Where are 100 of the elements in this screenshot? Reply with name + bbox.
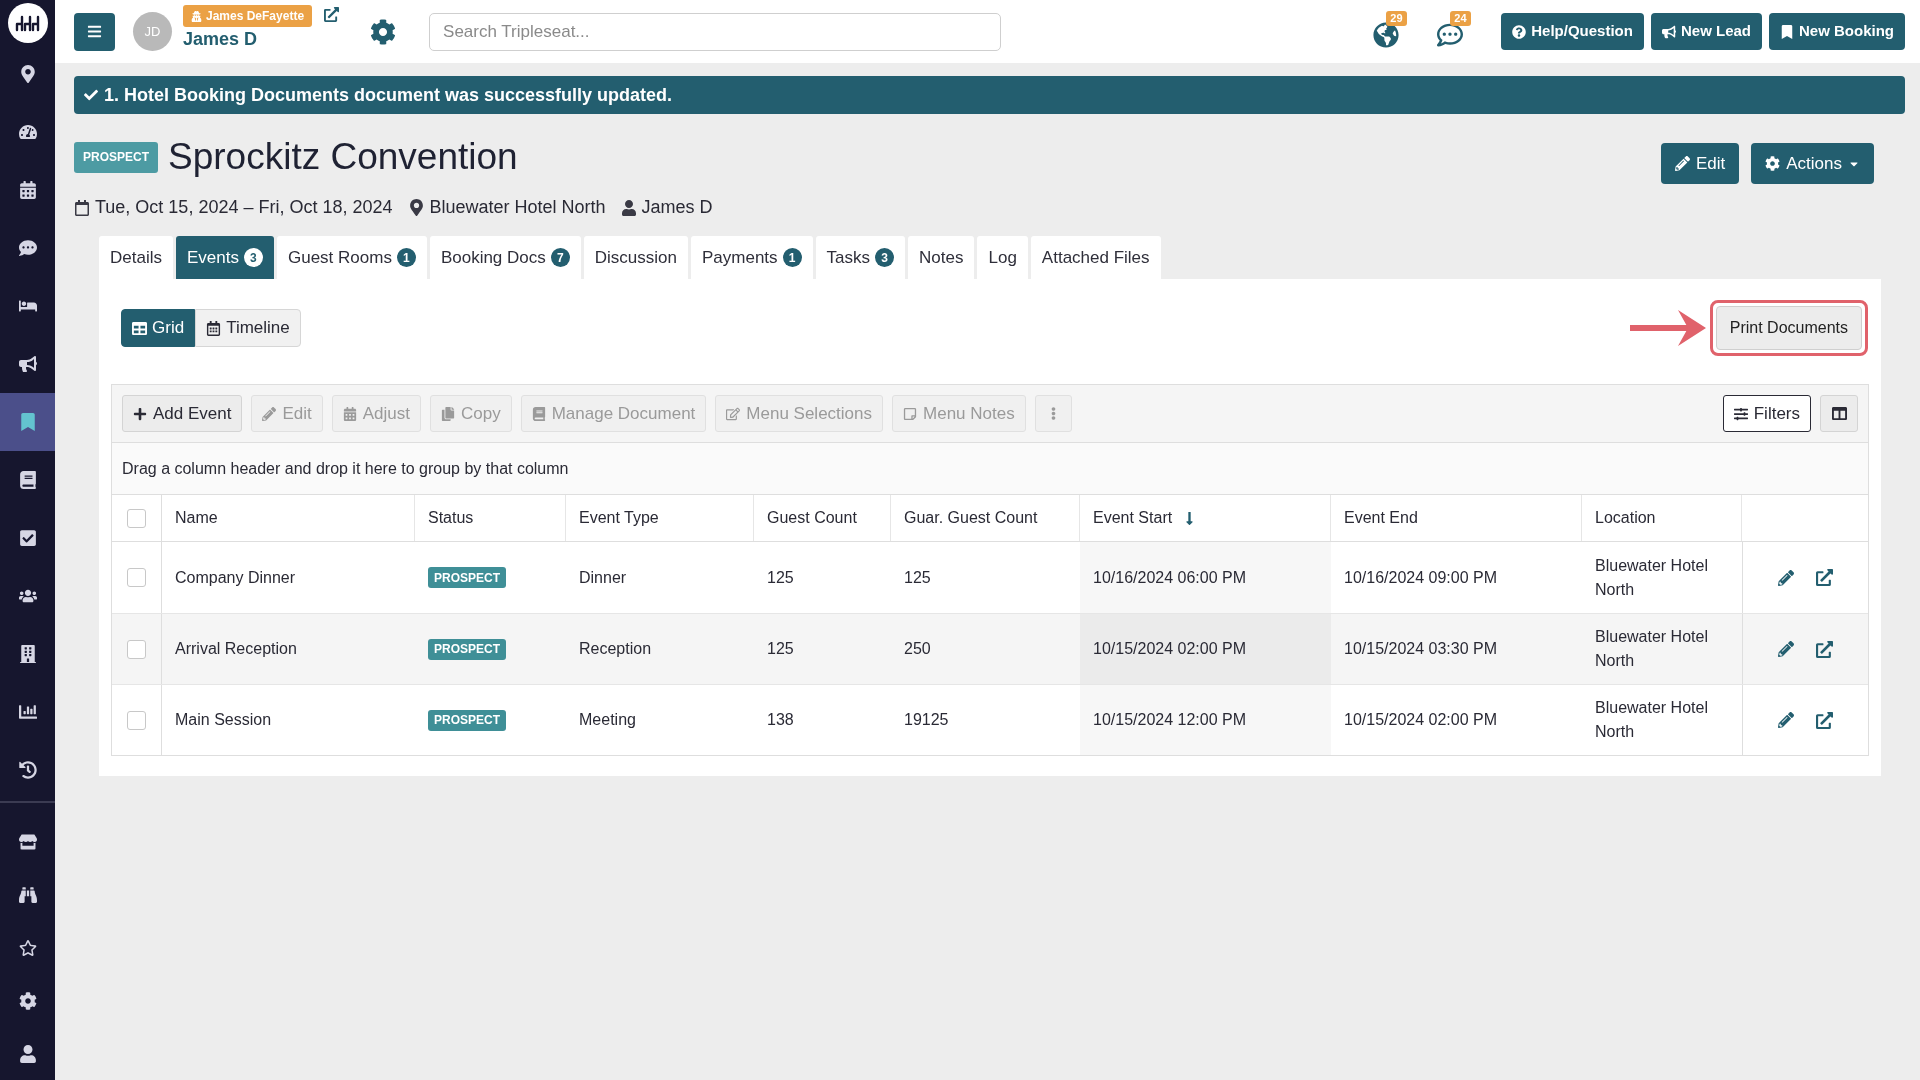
tab[interactable]: Payments 1 <box>691 236 813 279</box>
owner-name: James D <box>641 196 713 219</box>
tab[interactable]: Details <box>99 236 173 279</box>
column-header[interactable]: Event End <box>1331 495 1582 541</box>
view-toggle-button[interactable]: Timeline <box>195 309 301 347</box>
table-cell-text: Bluewater Hotel North <box>1594 698 1709 742</box>
table-cell: 10/15/2024 12:00 PM <box>1080 685 1331 755</box>
building-icon <box>18 645 37 663</box>
row-checkbox[interactable] <box>127 568 146 587</box>
help-icon <box>1512 24 1527 39</box>
table-cell: 10/16/2024 06:00 PM <box>1080 542 1331 613</box>
header-action-button[interactable]: Help/Question <box>1501 13 1644 50</box>
columns-button[interactable] <box>1820 395 1858 432</box>
calendar-icon <box>18 181 37 199</box>
tab[interactable]: Guest Rooms 1 <box>276 236 427 279</box>
column-header[interactable]: Location <box>1582 495 1742 541</box>
table-cell-text: Reception <box>578 639 653 659</box>
copy-icon <box>441 406 455 421</box>
logo-icon[interactable] <box>7 2 48 43</box>
book-icon <box>531 406 546 421</box>
menu-icon <box>87 24 102 39</box>
settings-icon[interactable] <box>370 18 397 45</box>
store-icon <box>18 832 37 851</box>
sliders-icon <box>1733 406 1748 421</box>
table-cell-text: Main Session <box>174 710 273 730</box>
tab-count: 3 <box>875 248 895 267</box>
header-button[interactable]: Actions <box>1751 143 1874 184</box>
chat-icon[interactable] <box>1437 21 1464 48</box>
chat-icon <box>18 239 37 257</box>
tab[interactable]: Booking Docs 7 <box>429 236 581 279</box>
megaphone-icon <box>1661 24 1676 39</box>
external-link-icon[interactable] <box>1816 640 1833 658</box>
table-cell-text: Company Dinner <box>174 567 297 588</box>
pencil-icon[interactable] <box>1778 641 1794 657</box>
map-pin-icon <box>18 65 37 83</box>
pencil-icon[interactable] <box>1778 569 1794 586</box>
tab[interactable]: Tasks 3 <box>815 236 906 279</box>
filters-button[interactable]: Filters <box>1722 395 1811 432</box>
event-title: Sprockitz Convention <box>168 137 518 177</box>
people-icon <box>18 587 37 605</box>
plus-icon <box>133 406 147 421</box>
header-action-button[interactable]: New Booking <box>1769 13 1905 50</box>
tab[interactable]: Discussion <box>583 236 688 279</box>
grid-icon <box>132 320 147 336</box>
view-toggle-button[interactable]: Grid <box>121 309 196 347</box>
pencil-icon[interactable] <box>1778 712 1794 728</box>
group-hint: Drag a column header and drop it here to group by that column <box>122 458 569 479</box>
column-header[interactable]: Guest Count <box>754 495 891 541</box>
row-checkbox[interactable] <box>127 710 146 730</box>
table-cell-text: 125 <box>903 567 932 588</box>
tab-count: 3 <box>243 248 263 267</box>
tab[interactable]: Log <box>977 236 1028 279</box>
tab[interactable]: Events 3 <box>175 236 274 279</box>
menu-button[interactable] <box>74 12 115 51</box>
column-header[interactable]: Event Start <box>1080 495 1331 541</box>
status-label: PROSPECT <box>428 638 506 660</box>
globe-icon[interactable] <box>1373 21 1400 48</box>
pencil-icon <box>262 406 277 421</box>
gauge-icon <box>18 123 37 141</box>
alert-message: 1. Hotel Booking Documents document was successfully updated. <box>104 83 673 107</box>
table-cell-text: 138 <box>766 710 795 730</box>
external-link-icon[interactable] <box>1816 711 1833 729</box>
star-icon <box>18 938 37 957</box>
venue-name: Bluewater Hotel North <box>429 196 606 219</box>
header-action-button[interactable]: New Lead <box>1650 13 1762 50</box>
pencil-icon <box>1674 156 1690 171</box>
search-field[interactable]: Search Tripleseat... <box>429 12 1002 51</box>
table-cell-text: 10/15/2024 02:00 PM <box>1343 710 1498 730</box>
header-button[interactable]: Edit <box>1660 143 1740 184</box>
print-documents-button[interactable]: Print Documents <box>1715 306 1862 350</box>
tab[interactable]: Attached Files <box>1030 236 1161 279</box>
checkbox-icon <box>18 529 37 547</box>
impersonated-user-name: James DeFayette <box>206 8 305 25</box>
table-cell-text: 10/16/2024 09:00 PM <box>1343 567 1498 588</box>
tab-count: 1 <box>782 248 802 267</box>
table-cell: 10/15/2024 02:00 PM <box>1080 614 1331 684</box>
table-cell-text: 19125 <box>903 710 950 730</box>
status-label: PROSPECT <box>428 709 506 731</box>
external-link-icon[interactable] <box>1816 569 1833 586</box>
column-header[interactable]: Name <box>162 495 415 541</box>
settings-icon <box>18 991 37 1010</box>
status-label: PROSPECT <box>428 567 506 588</box>
columns-icon <box>1831 406 1847 421</box>
tab[interactable]: Notes <box>908 236 975 279</box>
external-link-icon[interactable] <box>324 7 340 22</box>
column-header[interactable]: Status <box>415 495 566 541</box>
calendar-icon <box>74 199 90 216</box>
select-all-checkbox[interactable] <box>127 508 146 528</box>
notification-count: 24 <box>1450 10 1471 26</box>
megaphone-icon <box>18 355 37 373</box>
notification-count: 29 <box>1386 10 1407 26</box>
column-header[interactable]: Event Type <box>566 495 754 541</box>
table-cell-text: Bluewater Hotel North <box>1594 555 1709 600</box>
settings-icon <box>1765 156 1781 171</box>
row-checkbox[interactable] <box>127 639 146 659</box>
toolbar-button[interactable]: Add Event <box>122 395 243 432</box>
column-header[interactable]: Guar. Guest Count <box>891 495 1080 541</box>
user-name[interactable]: James D <box>183 28 340 50</box>
person-icon <box>191 10 202 22</box>
table-cell-text: Dinner <box>578 567 628 588</box>
